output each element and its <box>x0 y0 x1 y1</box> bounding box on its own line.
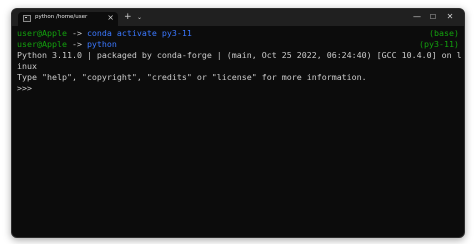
maximize-button[interactable]: ☐ <box>425 11 441 23</box>
terminal-window: python /home/user × + ⌄ — ☐ ✕ user@Apple… <box>11 8 465 238</box>
close-window-button[interactable]: ✕ <box>442 11 458 23</box>
tab-title: python /home/user <box>35 14 88 20</box>
title-bar[interactable]: python /home/user × + ⌄ — ☐ ✕ <box>12 9 464 26</box>
prompt-user: user@Apple <box>17 28 67 38</box>
terminal-line: Type "help", "copyright", "credits" or "… <box>17 72 367 82</box>
terminal-output[interactable]: user@Apple -> conda activate py3-11 (base… <box>17 28 462 233</box>
python-prompt: >>> <box>17 83 32 93</box>
command-text: python <box>86 39 117 49</box>
command-text: conda activate py3-11 <box>86 28 192 38</box>
minimize-button[interactable]: — <box>409 11 425 23</box>
tab-python[interactable]: python /home/user × <box>18 12 118 26</box>
prompt-arrow: -> <box>66 28 87 38</box>
env-indicator: (base) <box>429 28 459 38</box>
chevron-down-icon[interactable]: ⌄ <box>137 13 142 22</box>
terminal-line: inux <box>17 61 37 71</box>
prompt-user: user@Apple <box>17 39 67 49</box>
terminal-line: Python 3.11.0 | packaged by conda-forge … <box>17 50 462 60</box>
new-tab-button[interactable]: + <box>124 12 132 22</box>
close-tab-icon[interactable]: × <box>107 13 114 23</box>
terminal-icon <box>23 15 31 22</box>
terminal-line: user@Apple -> python (py3-11) <box>17 39 459 50</box>
prompt-arrow: -> <box>66 39 87 49</box>
terminal-line: user@Apple -> conda activate py3-11 (base… <box>17 28 459 39</box>
env-indicator: (py3-11) <box>419 39 459 49</box>
scrollbar[interactable] <box>460 31 462 221</box>
